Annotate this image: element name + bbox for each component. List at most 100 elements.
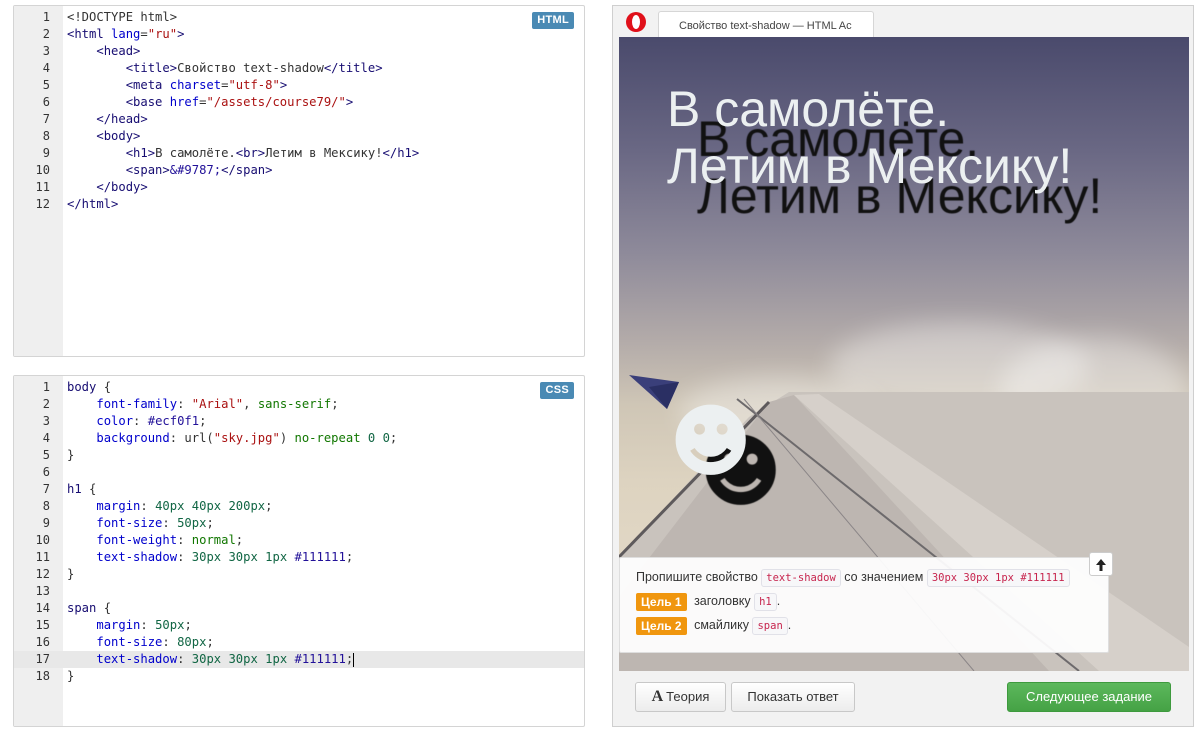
code-text: text-shadow: 30px 30px 1px #111111; xyxy=(96,550,354,564)
code-line[interactable]: 5} xyxy=(14,447,584,464)
code-line[interactable]: 13 xyxy=(14,583,584,600)
task-panel: Пропишите свойство text-shadow со значен… xyxy=(619,557,1109,653)
show-answer-button[interactable]: Показать ответ xyxy=(731,682,855,712)
goal-row: Цель 1 заголовку h1. xyxy=(636,590,1108,614)
code-line[interactable]: 9 font-size: 50px; xyxy=(14,515,584,532)
code-text: <body> xyxy=(96,129,141,143)
property-chip: text-shadow xyxy=(761,568,841,587)
code-line[interactable]: 8 margin: 40px 40px 200px; xyxy=(14,498,584,515)
collapse-task-button[interactable] xyxy=(1089,552,1113,576)
line-number: 1 xyxy=(42,380,50,394)
theory-icon: A xyxy=(651,688,664,705)
code-line[interactable]: 6 <base href="/assets/course79/"> xyxy=(14,94,584,111)
code-text: text-shadow: 30px 30px 1px #111111; xyxy=(96,652,355,667)
code-text: background: url("sky.jpg") no-repeat 0 0… xyxy=(96,431,398,445)
code-text: } xyxy=(67,567,75,581)
line-number: 5 xyxy=(42,78,50,92)
preview-heading-line-2: Летим в Мексику! xyxy=(667,138,1073,194)
code-line[interactable]: 5 <meta charset="utf-8"> xyxy=(14,77,584,94)
code-line[interactable]: 10 font-weight: normal; xyxy=(14,532,584,549)
next-task-button[interactable]: Следующее задание xyxy=(1007,682,1171,712)
smiley-icon: ☻ xyxy=(669,395,753,488)
code-line[interactable]: 12 </html> xyxy=(14,196,584,213)
goal-chip: span xyxy=(752,616,788,635)
css-language-badge: CSS xyxy=(540,382,574,399)
code-line[interactable]: 18} xyxy=(14,668,584,685)
code-line[interactable]: 3 <head> xyxy=(14,43,584,60)
line-number: 1 xyxy=(42,10,50,24)
line-number: 7 xyxy=(42,482,50,496)
code-line[interactable]: 1 body { xyxy=(14,379,584,396)
line-number: 4 xyxy=(42,431,50,445)
code-text: <head> xyxy=(96,44,141,58)
line-number: 6 xyxy=(42,465,50,479)
code-text: <span>&#9787;</span> xyxy=(125,163,273,177)
code-line[interactable]: 2 font-family: "Arial", sans-serif; xyxy=(14,396,584,413)
goal-text: заголовку xyxy=(694,594,751,608)
opera-logo-icon xyxy=(626,12,646,32)
line-number: 5 xyxy=(42,448,50,462)
preview-heading: В самолёте. Летим в Мексику! xyxy=(667,81,1072,195)
value-chip: 30px 30px 1px #111111 xyxy=(926,568,1070,587)
theory-button[interactable]: A Теория xyxy=(635,682,726,712)
arrow-up-icon xyxy=(1096,558,1106,571)
code-line[interactable]: 17 text-shadow: 30px 30px 1px #111111; xyxy=(14,651,584,668)
line-number: 11 xyxy=(35,180,50,194)
code-text: body { xyxy=(67,380,112,394)
theory-label: Теория xyxy=(666,689,710,704)
html-code-editor[interactable]: 1 <!DOCTYPE html> 2 <html lang="ru"> 3 <head… xyxy=(13,5,585,357)
task-value-text: со значением xyxy=(844,570,924,584)
line-number: 3 xyxy=(42,44,50,58)
code-text: color: #ecf0f1; xyxy=(96,414,207,428)
line-number: 7 xyxy=(42,112,50,126)
line-number: 9 xyxy=(42,146,50,160)
code-line[interactable]: 6 xyxy=(14,464,584,481)
code-lines: 1 body { 2 font-family: "Arial", sans-seri… xyxy=(14,379,584,685)
html-language-badge: HTML xyxy=(532,12,574,29)
line-number: 18 xyxy=(35,669,50,683)
code-line[interactable]: 2 <html lang="ru"> xyxy=(14,26,584,43)
line-number: 3 xyxy=(42,414,50,428)
line-number: 10 xyxy=(35,533,50,547)
line-number: 2 xyxy=(42,397,50,411)
code-line[interactable]: 16 font-size: 80px; xyxy=(14,634,584,651)
code-line[interactable]: 12} xyxy=(14,566,584,583)
code-text: <meta charset="utf-8"> xyxy=(125,78,288,92)
css-code-editor[interactable]: 1 body { 2 font-family: "Arial", sans-seri… xyxy=(13,375,585,727)
code-text: h1 { xyxy=(67,482,97,496)
line-number: 14 xyxy=(35,601,50,615)
line-number: 16 xyxy=(35,635,50,649)
code-line[interactable]: 4 background: url("sky.jpg") no-repeat 0… xyxy=(14,430,584,447)
code-line[interactable]: 9 <h1>В самолёте.<br>Летим в Мексику!</h… xyxy=(14,145,584,162)
code-line[interactable]: 3 color: #ecf0f1; xyxy=(14,413,584,430)
code-line[interactable]: 4 <title>Свойство text-shadow</title> xyxy=(14,60,584,77)
code-text: <title>Свойство text-shadow</title> xyxy=(125,61,383,75)
line-number: 12 xyxy=(35,567,50,581)
line-number: 6 xyxy=(42,95,50,109)
code-text: <base href="/assets/course79/"> xyxy=(125,95,354,109)
code-line[interactable]: 11 text-shadow: 30px 30px 1px #111111; xyxy=(14,549,584,566)
code-text: </head> xyxy=(96,112,148,126)
line-number: 2 xyxy=(42,27,50,41)
code-line[interactable]: 10 <span>&#9787;</span> xyxy=(14,162,584,179)
code-text: font-size: 80px; xyxy=(96,635,214,649)
code-text: span { xyxy=(67,601,112,615)
code-line[interactable]: 14 span { xyxy=(14,600,584,617)
code-line[interactable]: 8 <body> xyxy=(14,128,584,145)
code-line[interactable]: 11 </body> xyxy=(14,179,584,196)
code-line[interactable]: 15 margin: 50px; xyxy=(14,617,584,634)
line-number: 11 xyxy=(35,550,50,564)
browser-preview: Свойство text-shadow — HTML Ac В самолёт… xyxy=(612,5,1194,727)
code-line[interactable]: 7 </head> xyxy=(14,111,584,128)
code-text: font-family: "Arial", sans-serif; xyxy=(96,397,339,411)
code-text: <!DOCTYPE html> xyxy=(67,10,178,24)
browser-tab[interactable]: Свойство text-shadow — HTML Ac xyxy=(658,11,874,39)
code-line[interactable]: 7 h1 { xyxy=(14,481,584,498)
line-number: 12 xyxy=(35,197,50,211)
code-text: margin: 50px; xyxy=(96,618,192,632)
line-number: 8 xyxy=(42,129,50,143)
goal-row: Цель 2 смайлику span. xyxy=(636,614,1108,638)
line-number: 17 xyxy=(35,652,50,666)
line-number: 13 xyxy=(35,584,50,598)
code-line[interactable]: 1 <!DOCTYPE html> xyxy=(14,9,584,26)
